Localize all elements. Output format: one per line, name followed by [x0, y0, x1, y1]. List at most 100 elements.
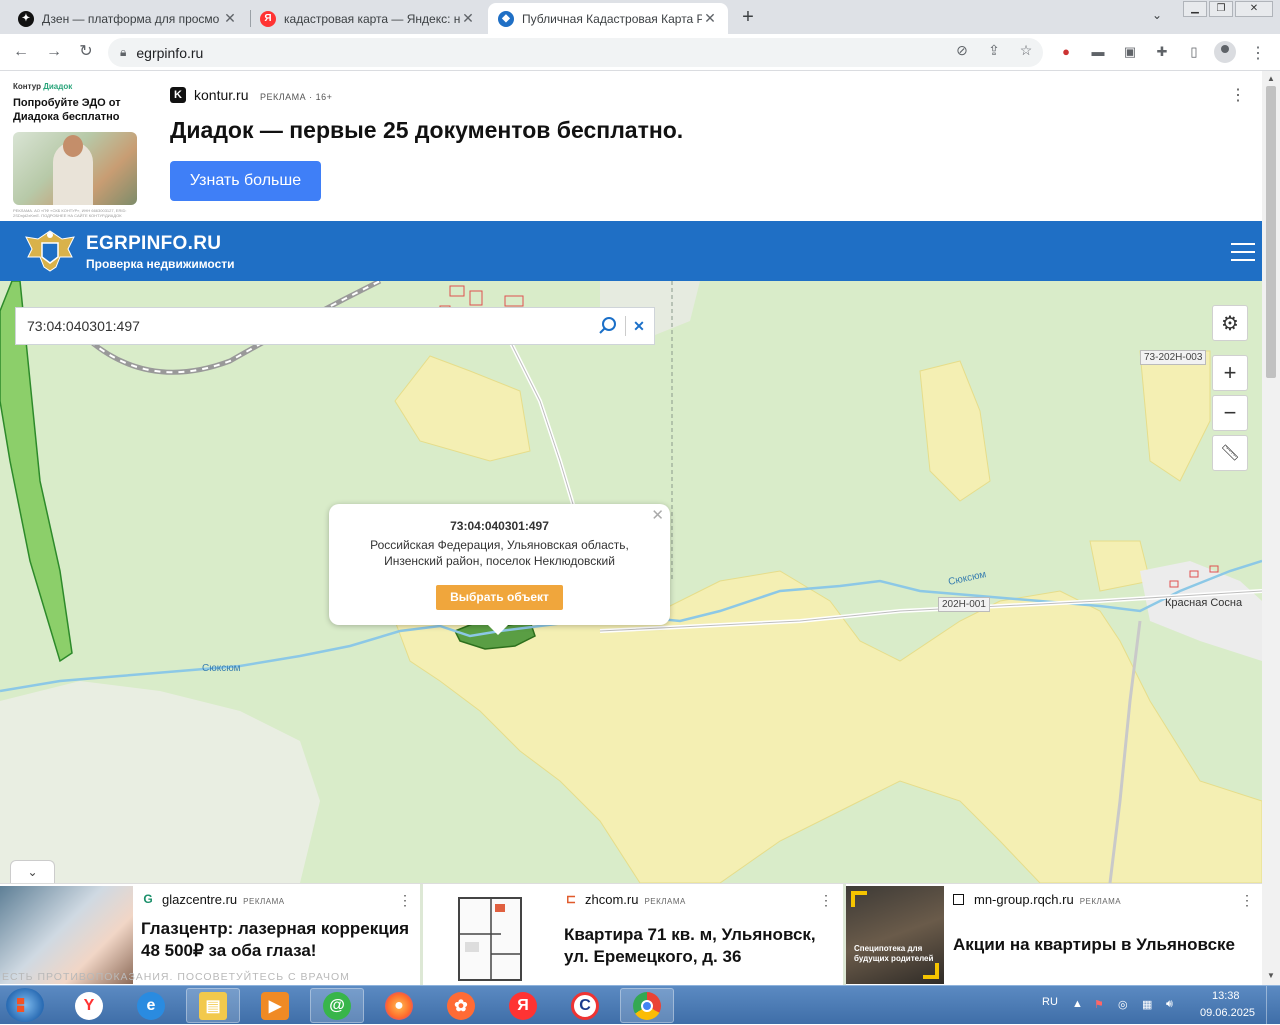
taskbar-media-player[interactable]: ▶ [248, 988, 302, 1023]
settings-gear-icon[interactable]: ⚙ [1212, 305, 1248, 341]
taskbar-yandex-browser[interactable]: Y [62, 988, 116, 1023]
parcel-info-popup: ✕ 73:04:040301:497 Российская Федерация,… [329, 504, 670, 635]
site-name[interactable]: EGRPINFO.RU [86, 233, 221, 255]
browser-menu-icon[interactable]: ⋮ [1250, 43, 1266, 63]
taskbar-app[interactable]: C [558, 988, 612, 1023]
show-desktop-button[interactable] [1266, 986, 1280, 1025]
top-advertisement: Контур Диадок Попробуйте ЭДО от Диадока … [0, 71, 1262, 221]
ad-brand-logo: Контур Диадок [13, 82, 73, 91]
ad-menu-icon[interactable]: ⋮ [1230, 85, 1246, 105]
reload-button[interactable]: ↻ [74, 40, 98, 64]
ad-menu-icon[interactable]: ⋮ [1240, 892, 1254, 909]
tab-egrpinfo[interactable]: ◆ Публичная Кадастровая Карта Р ✕ [488, 3, 728, 34]
forward-button[interactable]: → [42, 40, 66, 64]
cadastral-number: 73:04:040301:497 [450, 519, 549, 533]
taskbar-chrome[interactable] [620, 988, 674, 1023]
url-text: egrpinfo.ru [136, 44, 204, 61]
tab-dzen[interactable]: ✦ Дзен — платформа для просмо ✕ [8, 3, 248, 34]
extension-icon[interactable]: ▬ [1089, 43, 1107, 61]
search-divider [625, 316, 626, 336]
ad-title[interactable]: Квартира 71 кв. м, Ульяновск, ул. Еремец… [564, 924, 834, 968]
ad-source[interactable]: glazcentre.ru РЕКЛАМА [162, 892, 285, 907]
tab-title: Дзен — платформа для просмо [42, 11, 220, 26]
browser-toolbar: ← → ↻ 🔒︎ egrpinfo.ru ⊘ ⇪ ☆ ● ▬ ▣ ✚ ▯ [0, 34, 1280, 71]
taskbar-yandex[interactable]: Я [496, 988, 550, 1023]
zoom-in-button[interactable]: + [1212, 355, 1248, 391]
action-center-flag-icon[interactable]: ⚑ [1094, 998, 1104, 1011]
windows-taskbar: Y e ▤ ▶ @ ● ✿ Я C RU ▲ ⚑ ◎ ▦ 🔊︎ 13:38 09… [0, 985, 1280, 1025]
new-tab-button[interactable]: + [737, 6, 759, 28]
clear-icon[interactable]: ✕ [632, 318, 646, 335]
ad-menu-icon[interactable]: ⋮ [819, 892, 833, 909]
address-bar[interactable]: 🔒︎ egrpinfo.ru [108, 38, 1043, 67]
site-tagline: Проверка недвижимости [86, 257, 235, 271]
lock-icon[interactable]: 🔒︎ [120, 45, 126, 60]
network-icon[interactable]: ▦ [1142, 998, 1152, 1011]
flower-app-icon: ✿ [447, 991, 475, 1020]
tab-search-chevron-icon[interactable]: ⌄ [1152, 8, 1162, 22]
ad-title[interactable]: Глазцентр: лазерная коррекция 48 500₽ за… [141, 918, 411, 962]
scroll-up-icon[interactable]: ▲ [1267, 74, 1275, 83]
ad-photo[interactable] [13, 132, 137, 205]
zoom-out-button[interactable]: − [1212, 395, 1248, 431]
ad-card-zhcom[interactable]: ⊏ zhcom.ru РЕКЛАМА Квартира 71 кв. м, Уль… [423, 884, 843, 986]
collapse-ads-chevron-icon[interactable]: ⌄ [10, 860, 55, 883]
shield-icon: ◆ [498, 10, 514, 27]
ruler-icon[interactable]: 📏︎ [1212, 435, 1248, 471]
ad-source[interactable]: mn-group.rqch.ru РЕКЛАМА [974, 892, 1121, 907]
close-tab-icon[interactable]: ✕ [460, 10, 476, 27]
ad-source[interactable]: kontur.ru [194, 87, 248, 103]
yandex-icon: Я [260, 10, 276, 27]
scroll-down-icon[interactable]: ▼ [1267, 971, 1275, 980]
share-icon[interactable]: ⇪ [984, 40, 1004, 60]
ad-left-title[interactable]: Попробуйте ЭДО от Диадока бесплатно [13, 96, 143, 124]
cadastral-map[interactable]: ✕ ⚙ + − 📏︎ Сюксюм Сюксюм Красная Сосна 2… [0, 281, 1262, 883]
tab-yandex[interactable]: Я кадастровая карта — Яндекс: на ✕ [250, 3, 486, 34]
profile-avatar[interactable] [1214, 41, 1236, 63]
extension-icon[interactable]: ● [1057, 43, 1075, 61]
ad-image[interactable] [0, 886, 133, 984]
close-tab-icon[interactable]: ✕ [702, 10, 718, 27]
clock-date[interactable]: 09.06.2025 [1200, 1007, 1255, 1019]
ad-menu-icon[interactable]: ⋮ [398, 892, 412, 909]
minimize-button[interactable]: ▁ [1183, 1, 1207, 17]
ad-source[interactable]: zhcom.ru РЕКЛАМА [585, 892, 686, 907]
search-icon[interactable] [597, 315, 619, 337]
start-button[interactable] [6, 988, 44, 1022]
tray-app-icon[interactable]: ◎ [1118, 998, 1128, 1011]
clock-time[interactable]: 13:38 [1212, 990, 1240, 1002]
ad-image[interactable]: Специпотека для будущих родителей [846, 886, 944, 984]
taskbar-mail[interactable]: @ [310, 988, 364, 1023]
ad-title[interactable]: Акции на квартиры в Ульяновске [953, 934, 1253, 956]
volume-icon[interactable]: 🔊︎ [1166, 998, 1173, 1011]
tray-expand-icon[interactable]: ▲ [1072, 998, 1083, 1010]
taskbar-app[interactable]: ✿ [434, 988, 488, 1023]
popup-close-icon[interactable]: ✕ [651, 506, 664, 524]
taskbar-firefox[interactable]: ● [372, 988, 426, 1023]
ad-card-mngroup[interactable]: Специпотека для будущих родителей mn-gro… [846, 884, 1262, 986]
eagle-logo-icon[interactable] [22, 227, 78, 275]
language-indicator[interactable]: RU [1042, 996, 1058, 1008]
search-input[interactable] [16, 318, 597, 334]
side-panel-icon[interactable]: ▯ [1185, 43, 1203, 61]
ad-headline[interactable]: Диадок — первые 25 документов бесплатно. [170, 117, 683, 144]
ad-cta-button[interactable]: Узнать больше [170, 161, 321, 201]
floor-plan-image[interactable] [451, 890, 531, 988]
scroll-thumb[interactable] [1266, 86, 1276, 378]
close-window-button[interactable]: ✕ [1235, 1, 1273, 17]
close-tab-icon[interactable]: ✕ [222, 10, 238, 27]
yandex-browser-icon: Y [75, 991, 103, 1020]
ad-card-glazcentre[interactable]: G glazcentre.ru РЕКЛАМА Глазцентр: лазерн… [0, 884, 420, 986]
taskbar-internet-explorer[interactable]: e [124, 988, 178, 1023]
restore-button[interactable]: ❐ [1209, 1, 1233, 17]
back-button[interactable]: ← [9, 40, 33, 64]
hamburger-menu-icon[interactable] [1231, 243, 1255, 261]
page-scrollbar[interactable]: ▲ ▼ [1262, 71, 1280, 985]
select-object-button[interactable]: Выбрать объект [436, 585, 563, 610]
taskbar-explorer[interactable]: ▤ [186, 988, 240, 1023]
bookmark-star-icon[interactable]: ☆ [1016, 40, 1036, 60]
extensions-puzzle-icon[interactable]: ✚ [1153, 43, 1171, 61]
extension-icon[interactable]: ▣ [1121, 43, 1139, 61]
blocked-popup-icon[interactable]: ⊘ [952, 40, 972, 60]
glazcentre-icon: G [143, 892, 153, 906]
